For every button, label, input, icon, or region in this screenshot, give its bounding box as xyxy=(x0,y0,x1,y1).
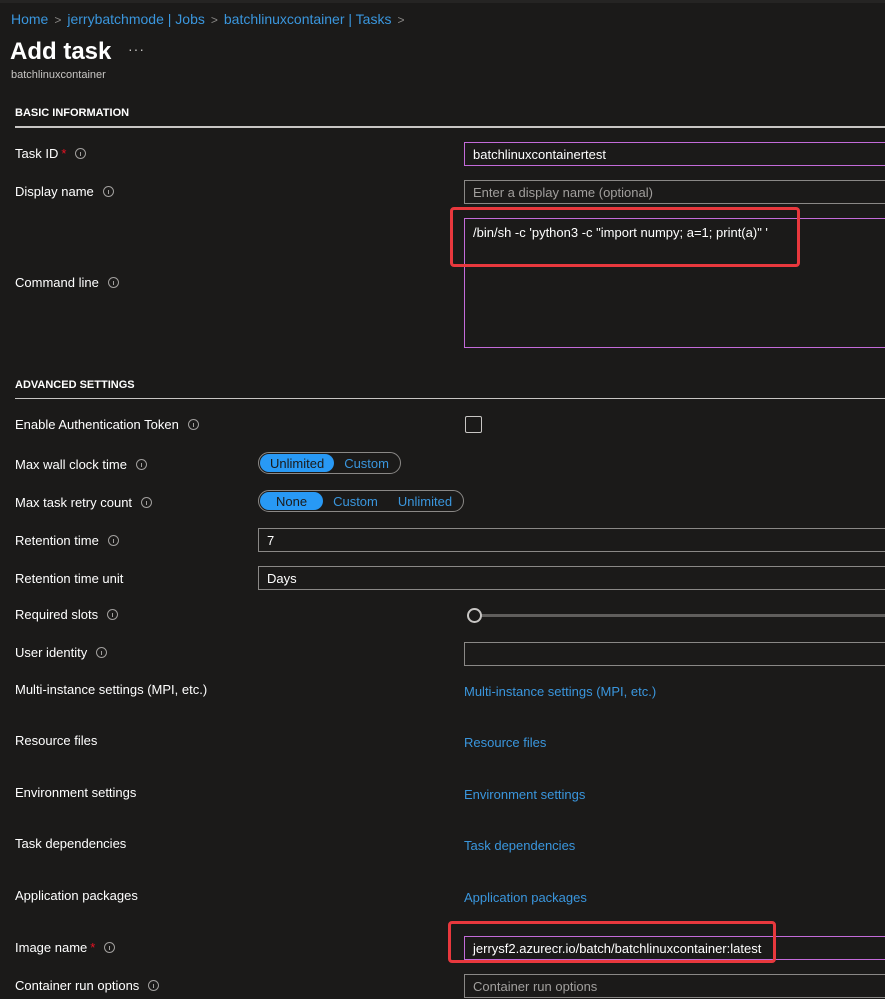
chevron-right-icon: > xyxy=(397,13,405,27)
info-icon[interactable] xyxy=(148,980,160,991)
section-divider xyxy=(15,126,885,128)
task-dependencies-label: Task dependencies xyxy=(15,836,127,851)
environment-settings-label: Environment settings xyxy=(15,785,137,800)
section-basic-information: BASIC INFORMATION xyxy=(15,107,130,119)
info-icon[interactable] xyxy=(141,497,153,508)
max-wall-clock-label: Max wall clock time xyxy=(15,457,147,472)
toggle-option-unlimited[interactable]: Unlimited xyxy=(260,454,335,472)
info-icon[interactable] xyxy=(107,535,119,546)
task-id-input[interactable]: batchlinuxcontainertest xyxy=(464,142,885,166)
multi-instance-label: Multi-instance settings (MPI, etc.) xyxy=(15,682,208,697)
display-name-input[interactable]: Enter a display name (optional) xyxy=(464,180,885,204)
user-identity-label-text: User identity xyxy=(15,645,88,660)
retention-unit-label: Retention time unit xyxy=(15,571,124,586)
user-identity-dropdown[interactable] xyxy=(464,642,885,666)
resource-files-link[interactable]: Resource files xyxy=(464,735,546,750)
command-line-label-text: Command line xyxy=(15,275,99,290)
more-options-icon[interactable]: ··· xyxy=(128,41,145,57)
required-slots-label-text: Required slots xyxy=(15,607,99,622)
retention-unit-dropdown[interactable]: Days xyxy=(258,566,885,590)
auth-token-label-text: Enable Authentication Token xyxy=(15,417,179,432)
required-slots-slider-track[interactable] xyxy=(474,614,885,617)
required-slots-slider-thumb[interactable] xyxy=(467,608,482,623)
retention-time-label-text: Retention time xyxy=(15,533,99,548)
breadcrumb-jobs[interactable]: jerrybatchmode | Jobs xyxy=(67,11,204,27)
application-packages-label: Application packages xyxy=(15,888,138,903)
application-packages-link[interactable]: Application packages xyxy=(464,890,587,905)
display-name-label-text: Display name xyxy=(15,184,94,199)
max-retry-label-text: Max task retry count xyxy=(15,495,133,510)
info-icon[interactable] xyxy=(107,609,119,620)
highlight-box-image-name xyxy=(448,921,776,963)
highlight-box-command-line xyxy=(450,207,800,267)
task-id-label: Task ID * xyxy=(15,146,87,161)
info-icon[interactable] xyxy=(187,419,199,430)
container-run-options-input[interactable]: Container run options xyxy=(464,974,885,998)
toggle-option-none[interactable]: None xyxy=(260,492,324,510)
toggle-option-unlimited[interactable]: Unlimited xyxy=(388,492,462,510)
auth-token-checkbox[interactable] xyxy=(465,416,482,433)
required-marker: * xyxy=(90,940,96,955)
retention-time-input[interactable]: 7 xyxy=(258,528,885,552)
required-marker: * xyxy=(61,146,67,161)
environment-settings-link[interactable]: Environment settings xyxy=(464,787,585,802)
task-dependencies-link[interactable]: Task dependencies xyxy=(464,838,575,853)
display-name-placeholder: Enter a display name (optional) xyxy=(473,184,653,200)
task-id-label-text: Task ID xyxy=(15,146,59,161)
breadcrumb: Home > jerrybatchmode | Jobs > batchlinuxcon… xyxy=(11,11,410,27)
max-wall-clock-toggle: Unlimited Custom xyxy=(258,452,401,474)
toggle-option-custom[interactable]: Custom xyxy=(323,492,388,510)
page-subtitle: batchlinuxcontainer xyxy=(11,69,106,81)
display-name-label: Display name xyxy=(15,184,114,199)
auth-token-label: Enable Authentication Token xyxy=(15,417,199,432)
info-icon[interactable] xyxy=(104,942,116,953)
user-identity-label: User identity xyxy=(15,645,108,660)
info-icon[interactable] xyxy=(107,277,119,288)
chevron-right-icon: > xyxy=(54,13,62,27)
image-name-label: Image name * xyxy=(15,940,116,955)
info-icon[interactable] xyxy=(102,186,114,197)
resource-files-label: Resource files xyxy=(15,733,98,748)
max-retry-toggle: None Custom Unlimited xyxy=(258,490,465,512)
max-retry-label: Max task retry count xyxy=(15,495,153,510)
page-title: Add task xyxy=(10,38,112,65)
section-advanced-settings: ADVANCED SETTINGS xyxy=(15,379,135,391)
breadcrumb-tasks[interactable]: batchlinuxcontainer | Tasks xyxy=(224,11,392,27)
container-run-options-label-text: Container run options xyxy=(15,978,140,993)
breadcrumb-home[interactable]: Home xyxy=(11,11,48,27)
toggle-option-custom[interactable]: Custom xyxy=(334,454,399,472)
info-icon[interactable] xyxy=(75,148,87,159)
multi-instance-link[interactable]: Multi-instance settings (MPI, etc.) xyxy=(464,684,656,699)
retention-time-label: Retention time xyxy=(15,533,119,548)
info-icon[interactable] xyxy=(96,647,108,658)
image-name-label-text: Image name xyxy=(15,940,88,955)
container-run-options-label: Container run options xyxy=(15,978,160,993)
top-bar xyxy=(0,0,885,3)
max-wall-clock-label-text: Max wall clock time xyxy=(15,457,127,472)
section-divider xyxy=(15,398,885,399)
command-line-label: Command line xyxy=(15,275,119,290)
container-run-options-placeholder: Container run options xyxy=(473,978,598,994)
required-slots-label: Required slots xyxy=(15,607,119,622)
chevron-right-icon: > xyxy=(210,13,218,27)
info-icon[interactable] xyxy=(135,459,147,470)
